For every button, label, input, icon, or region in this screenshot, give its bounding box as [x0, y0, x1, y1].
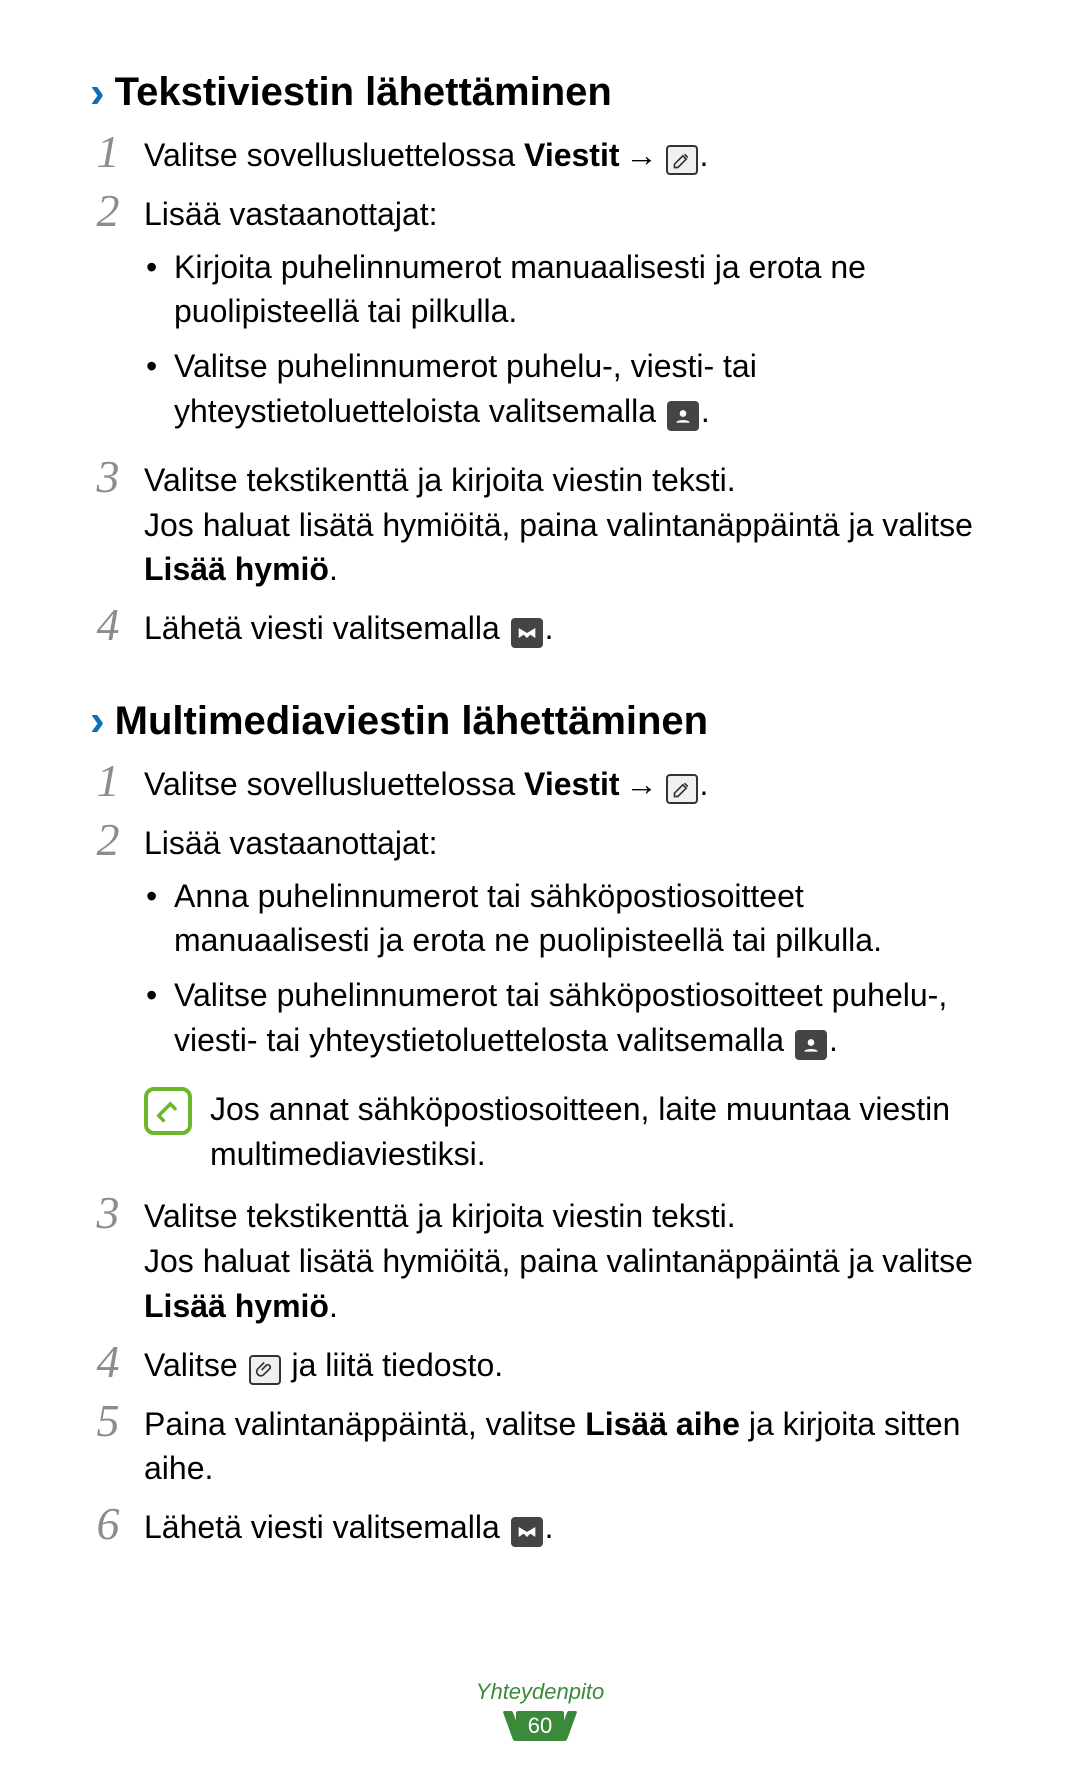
chevron-icon: ›: [90, 71, 105, 115]
step-number: 5: [90, 1398, 126, 1444]
step-4: 4 Lähetä viesti valitsemalla .: [90, 606, 990, 651]
step-body: Valitse sovellusluettelossa Viestit → .: [144, 133, 990, 178]
step-3b: 3 Valitse tekstikenttä ja kirjoita viest…: [90, 1194, 990, 1328]
bullet: Kirjoita puhelinnumerot manuaalisesti ja…: [144, 245, 990, 335]
compose-icon: [666, 774, 698, 804]
step-body: Lisää vastaanottajat: Kirjoita puhelinnu…: [144, 192, 990, 444]
bullet: Anna puhelinnumerot tai sähköpostiosoitt…: [144, 874, 990, 964]
step-body: Valitse tekstikenttä ja kirjoita viestin…: [144, 1194, 990, 1328]
step-1: 1 Valitse sovellusluettelossa Viestit → …: [90, 133, 990, 178]
step-number: 2: [90, 188, 126, 234]
step-6b: 6 Lähetä viesti valitsemalla .: [90, 1505, 990, 1550]
step-body: Lisää vastaanottajat: Anna puhelinnumero…: [144, 821, 990, 1073]
send-icon: [511, 1517, 543, 1547]
heading-1: Tekstiviestin lähettäminen: [115, 70, 612, 115]
section-heading-text: › Tekstiviestin lähettäminen: [90, 70, 990, 115]
note-icon: [144, 1087, 192, 1135]
section-heading-mms: › Multimediaviestin lähettäminen: [90, 699, 990, 744]
step-number: 2: [90, 817, 126, 863]
note-text: Jos annat sähköpostiosoitteen, laite muu…: [210, 1087, 990, 1177]
step-number: 1: [90, 129, 126, 175]
bullet: Valitse puhelinnumerot tai sähköpostioso…: [144, 973, 990, 1063]
heading-2: Multimediaviestin lähettäminen: [115, 699, 708, 744]
attach-icon: [249, 1355, 281, 1385]
step-3: 3 Valitse tekstikenttä ja kirjoita viest…: [90, 458, 990, 592]
step-number: 4: [90, 1339, 126, 1385]
page-content: › Tekstiviestin lähettäminen 1 Valitse s…: [0, 0, 1080, 1550]
footer-category: Yhteydenpito: [0, 1679, 1080, 1705]
step-1b: 1 Valitse sovellusluettelossa Viestit → …: [90, 762, 990, 807]
contact-icon: [795, 1030, 827, 1060]
step-body: Lähetä viesti valitsemalla .: [144, 606, 990, 651]
step-body: Valitse tekstikenttä ja kirjoita viestin…: [144, 458, 990, 592]
step-2: 2 Lisää vastaanottajat: Kirjoita puhelin…: [90, 192, 990, 444]
step-number: 4: [90, 602, 126, 648]
footer: Yhteydenpito 60: [0, 1679, 1080, 1741]
step-number: 6: [90, 1501, 126, 1547]
step-2b: 2 Lisää vastaanottajat: Anna puhelinnume…: [90, 821, 990, 1073]
step-body: Valitse sovellusluettelossa Viestit → .: [144, 762, 990, 807]
step-body: Paina valintanäppäintä, valitse Lisää ai…: [144, 1402, 990, 1492]
step-body: Lähetä viesti valitsemalla .: [144, 1505, 990, 1550]
contact-icon: [667, 401, 699, 431]
step-number: 3: [90, 454, 126, 500]
step-body: Valitse ja liitä tiedosto.: [144, 1343, 990, 1388]
step-4b: 4 Valitse ja liitä tiedosto.: [90, 1343, 990, 1388]
note-block: Jos annat sähköpostiosoitteen, laite muu…: [90, 1087, 990, 1177]
step-number: 3: [90, 1190, 126, 1236]
page-number: 60: [516, 1711, 564, 1741]
bullet: Valitse puhelinnumerot puhelu-, viesti- …: [144, 344, 990, 434]
step-number: 1: [90, 758, 126, 804]
step-5b: 5 Paina valintanäppäintä, valitse Lisää …: [90, 1402, 990, 1492]
compose-icon: [666, 145, 698, 175]
send-icon: [511, 618, 543, 648]
chevron-icon: ›: [90, 699, 105, 743]
